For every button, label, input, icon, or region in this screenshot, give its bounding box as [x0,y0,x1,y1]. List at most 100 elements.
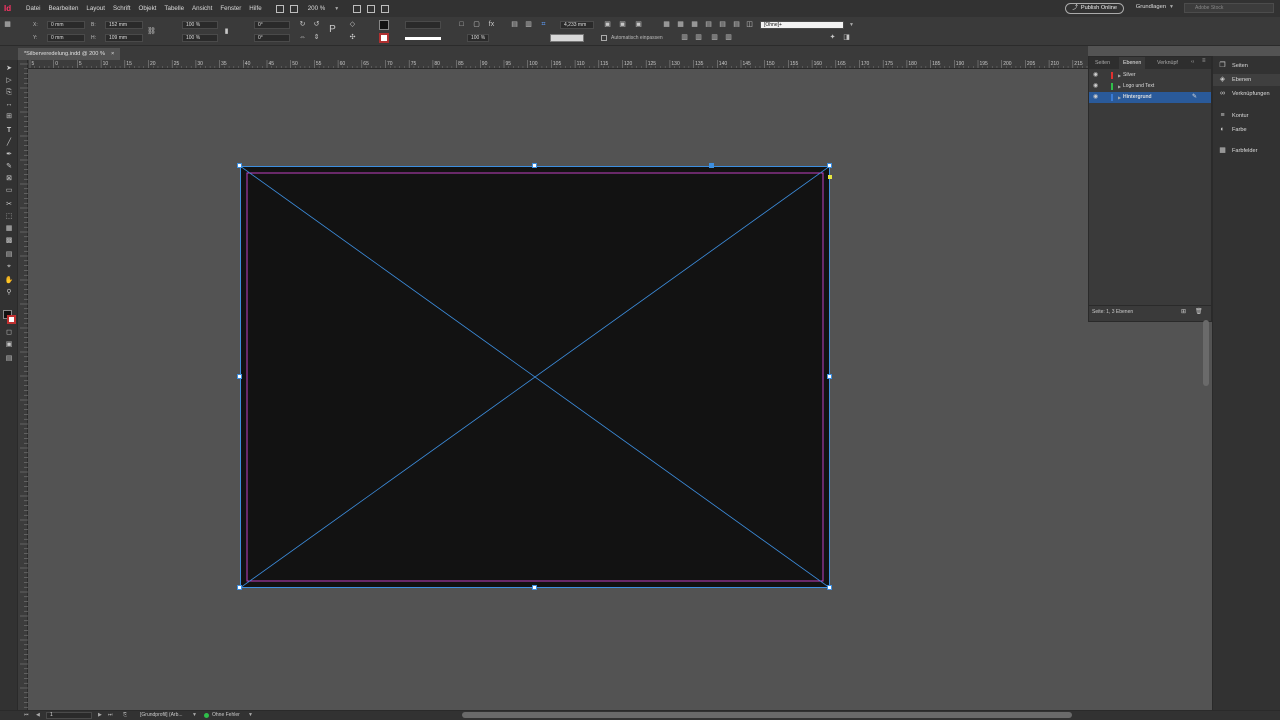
free-transform-tool-icon[interactable]: ⬚ [4,212,14,222]
gradient-swatch-tool-icon[interactable]: ▦ [4,224,14,234]
chevron-down-icon[interactable]: ▼ [334,6,339,12]
menu-tabelle[interactable]: Tabelle [164,5,184,12]
reference-point-icon[interactable]: ▦ [3,20,12,29]
fit-content-icon[interactable]: ▦ [676,20,685,29]
preflight-profile[interactable]: [Grundprofil] (Arb... [140,712,183,718]
layer-row-silver[interactable]: ◉ ▶ Silver [1089,70,1211,81]
pen-tool-icon[interactable]: ✒ [4,150,14,160]
x-field[interactable]: 0 mm [47,21,85,29]
distribute-right-icon[interactable]: ▥ [710,33,719,42]
dock-item-ebenen[interactable]: ◈ Ebenen [1213,74,1280,86]
direct-selection-tool-icon[interactable]: ▷ [4,76,14,86]
tab-ebenen[interactable]: Ebenen [1119,57,1146,69]
menu-ansicht[interactable]: Ansicht [192,5,212,12]
handle-bottom-right[interactable] [827,585,832,590]
eyedropper-tool-icon[interactable]: ⌖ [4,262,14,272]
y-field[interactable]: 0 mm [47,34,85,42]
expand-triangle-icon[interactable]: ▶ [1118,92,1121,103]
stroke-swatch[interactable] [379,33,389,43]
stroke-style-preview[interactable] [405,37,441,40]
corner-shape-preview[interactable] [550,34,584,42]
distribute-space-icon[interactable]: ▥ [724,33,733,42]
handle-middle-right[interactable] [827,374,832,379]
formatting-affects-container-icon[interactable]: ◻ [4,328,14,338]
scale-x-field[interactable]: 100 % [182,21,218,29]
view-options-icon[interactable] [353,4,362,13]
expand-triangle-icon[interactable]: ▶ [1118,70,1121,81]
layer-row-logo-und-text[interactable]: ◉ ▶ Logo und Text [1089,81,1211,92]
expand-triangle-icon[interactable]: ▶ [1118,81,1121,92]
handle-bottom-left[interactable] [237,585,242,590]
chevron-down-icon[interactable]: ▼ [849,22,854,28]
handle-top-left[interactable] [237,163,242,168]
next-page-icon[interactable]: ▶ [98,712,102,718]
close-icon[interactable]: × [111,48,114,60]
eye-icon[interactable]: ◉ [1093,81,1098,92]
align-left-icon[interactable]: ▤ [704,20,713,29]
shadow-icon[interactable]: ▢ [472,20,481,29]
line-tool-icon[interactable]: ╱ [4,138,14,148]
horizontal-ruler[interactable]: 5 0 5 10 15 20 25 30 35 40 45 50 55 60 65 70 75 80 85 90 95 1… [28,60,1088,69]
stroke-color-icon[interactable] [7,315,16,324]
handle-bottom-center[interactable] [532,585,537,590]
fill-swatch[interactable] [379,20,389,30]
shear-field[interactable]: 0° [254,34,290,42]
constrain-icon[interactable]: ▮ [222,27,231,36]
distribute-center-icon[interactable]: ▥ [694,33,703,42]
eye-icon[interactable]: ◉ [1093,92,1098,103]
fit-frame-icon[interactable]: ▦ [690,20,699,29]
live-corner-handle[interactable] [828,175,832,179]
menu-layout[interactable]: Layout [86,5,105,12]
scissors-tool-icon[interactable]: ✂ [4,200,14,210]
dock-item-farbe[interactable]: ◐ Farbe [1213,124,1280,136]
frame-icon[interactable]: □ [457,20,466,29]
gradient-feather-tool-icon[interactable]: ▩ [4,236,14,246]
last-page-icon[interactable]: ⏭ [108,712,113,718]
rectangle-tool-icon[interactable]: ▭ [4,186,14,196]
gap-tool-icon[interactable]: ↔ [4,100,14,110]
object-style-field[interactable]: [Ohne]+ [760,21,844,29]
center-content-icon[interactable]: ▣ [634,20,643,29]
distribute-left-icon[interactable]: ▥ [680,33,689,42]
text-wrap-icon[interactable]: ▤ [510,20,519,29]
clear-overrides-icon[interactable]: ✦ [828,33,837,42]
chevron-down-icon[interactable]: ▼ [248,712,253,718]
tab-verknuepf[interactable]: Verknüpf [1153,57,1182,69]
dock-item-verknuepfungen[interactable]: ∞ Verknüpfungen [1213,88,1280,100]
trash-icon[interactable]: 🗑 [1195,308,1203,315]
stroke-weight-field[interactable] [405,21,441,29]
page-number-field[interactable]: 1 [46,712,92,719]
menu-schrift[interactable]: Schrift [113,5,131,12]
selection-tool-icon[interactable]: ➤ [4,64,14,74]
opacity-field[interactable]: 100 % [467,34,489,42]
preflight-status[interactable]: Ohne Fehler [212,712,240,718]
dock-item-seiten[interactable]: ❐ Seiten [1213,60,1280,72]
menu-hilfe[interactable]: Hilfe [249,5,261,12]
new-layer-icon[interactable]: ⊞ [1181,308,1186,315]
scale-y-field[interactable]: 100 % [182,34,218,42]
prev-page-icon[interactable]: ◀ [36,712,40,718]
horizontal-scrollbar[interactable] [462,712,1072,718]
publish-online-button[interactable]: ⤴ Publish Online [1065,3,1124,14]
screen-mode-icon[interactable]: ▤ [4,354,14,364]
note-tool-icon[interactable]: ▤ [4,250,14,260]
fit-frame-to-content-icon[interactable]: ▣ [618,20,627,29]
open-page-icon[interactable]: ⎘ [123,712,127,718]
panel-menu-icon[interactable]: ≡ [1202,58,1206,64]
type-tool-icon[interactable]: T [4,126,14,136]
select-container-icon[interactable]: ◇ [348,20,357,29]
layer-row-hintergrund[interactable]: ◉ ▶ Hintergrund ✎ [1089,92,1211,103]
collapse-panel-icon[interactable]: ‹‹ [1191,59,1194,65]
eye-icon[interactable]: ◉ [1093,70,1098,81]
type-on-path-icon[interactable]: P [328,25,337,35]
zoom-tool-icon[interactable]: ⚲ [4,288,14,298]
page-tool-icon[interactable]: ⎘ [4,88,14,98]
hand-tool-icon[interactable]: ✋ [4,276,14,286]
align-right-icon[interactable]: ▤ [732,20,741,29]
handle-top-right[interactable] [827,163,832,168]
corner-size-field[interactable]: 4,233 mm [560,21,594,29]
normal-view-icon[interactable]: ▣ [4,340,14,350]
bridge-icon[interactable] [275,4,284,13]
height-field[interactable]: 109 mm [105,34,143,42]
minibridge-icon[interactable] [289,4,298,13]
